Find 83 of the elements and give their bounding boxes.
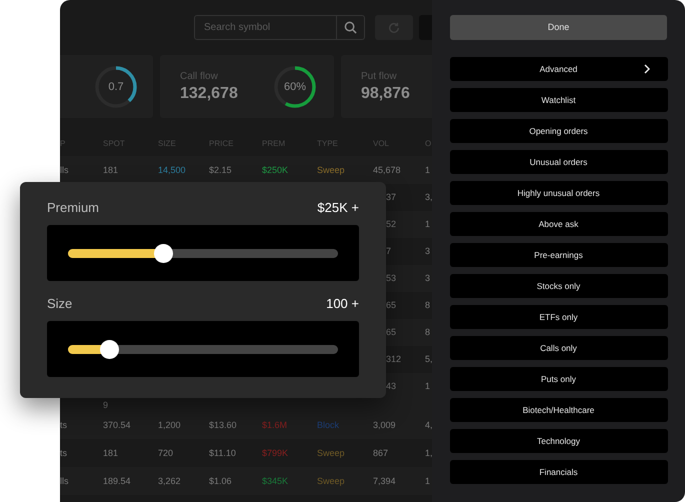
ring-gauge-icon [272,64,318,110]
filter-option[interactable]: Unusual orders [450,150,668,174]
slider-thumb[interactable] [154,244,172,262]
table-cell: 189.54 [103,476,131,486]
table-cell: 7,394 [373,476,396,486]
table-cell: 14,500 [158,164,186,176]
filter-option[interactable]: Puts only [450,367,668,391]
filter-option[interactable]: Technology [450,429,668,453]
table-cell: 45,678 [373,164,401,176]
filter-option[interactable]: Stocks only [450,274,668,298]
table-cell: 37 [386,192,396,203]
table-cell: 65 [386,327,396,338]
table-cell: 312 [386,354,402,365]
slider-label: Premium [47,198,100,217]
table-cell: ts [60,420,68,430]
chevron-right-icon [644,64,650,74]
table-cell: 867 [373,448,388,458]
stat-value: 98,876 [361,84,410,104]
table-cell: $1.6M [262,420,288,430]
filter-option[interactable]: Biotech/Healthcare [450,398,668,422]
table-cell: lls [60,164,68,176]
table-cell: 4, [425,420,432,430]
table-cell: 3 [425,246,430,257]
filter-option[interactable]: ETFs only [450,305,668,329]
table-cell: 3,262 [158,476,181,486]
table-cell: 1 [425,219,430,230]
table-cell: 720 [158,448,174,458]
filter-option[interactable]: Financials [450,460,668,484]
table-cell: 1 [425,381,430,392]
filter-option[interactable]: Above ask [450,212,668,236]
table-cell: 3, [425,192,432,203]
table-cell: $1.06 [209,476,232,486]
table-cell: $799K [262,448,288,458]
table-cell: 5, [425,354,432,365]
table-cell: $2.15 [209,164,232,176]
table-cell: lls [60,476,68,486]
table-cell: 43 [386,381,396,392]
filter-option[interactable]: Highly unusual orders [450,181,668,205]
table-cell: 52 [386,219,396,230]
stat-value: 132,678 [180,84,238,104]
filter-option[interactable]: Opening orders [450,119,668,143]
table-cell: Sweep [317,448,345,458]
slider-label: Size [47,294,72,313]
gauge-value: 60% [284,80,306,92]
table-cell: 181 [103,164,118,176]
slider-track[interactable] [68,340,338,358]
slider-value: $25K + [317,198,359,217]
slider-thumb[interactable] [100,340,118,358]
table-cell: $13.60 [209,420,237,430]
table-cell: 65 [386,300,396,311]
done-button[interactable]: Done [450,15,667,40]
filter-option[interactable]: Advanced [450,57,668,81]
table-cell: 1,200 [158,420,181,430]
filter-option[interactable]: Watchlist [450,88,668,112]
refresh-icon [388,22,400,34]
table-cell: 7 [386,246,392,257]
table-cell: 3,009 [373,420,396,430]
filter-option[interactable]: Pre-earnings [450,243,668,267]
table-cell: 53 [386,273,396,284]
table-cell: 9 [103,400,108,411]
gauge-value: 0.7 [108,80,124,92]
table-cell: 181 [103,448,118,458]
slider-track[interactable] [68,244,338,262]
search-icon [344,21,357,34]
table-cell: Block [317,420,340,430]
table-cell: 1 [425,164,430,176]
table-cell: 1 [425,476,430,486]
search-field[interactable]: Search symbol [194,15,337,40]
table-cell: 370.54 [103,420,131,430]
filter-option[interactable]: Calls only [450,336,668,360]
table-cell: Sweep [317,476,345,486]
table-cell: Sweep [317,164,345,176]
table-cell: 8 [425,300,430,311]
search-button[interactable] [337,15,365,40]
table-cell: 8 [425,327,430,338]
table-cell: $11.10 [209,448,236,458]
table-cell: 3 [425,273,430,284]
table-cell: 1, [425,448,432,458]
table-cell: $345K [262,476,288,486]
table-cell: $250K [262,164,288,176]
ring-gauge-icon [93,64,139,110]
slider-value: 100 + [326,294,359,313]
table-cell: ts [60,448,68,458]
